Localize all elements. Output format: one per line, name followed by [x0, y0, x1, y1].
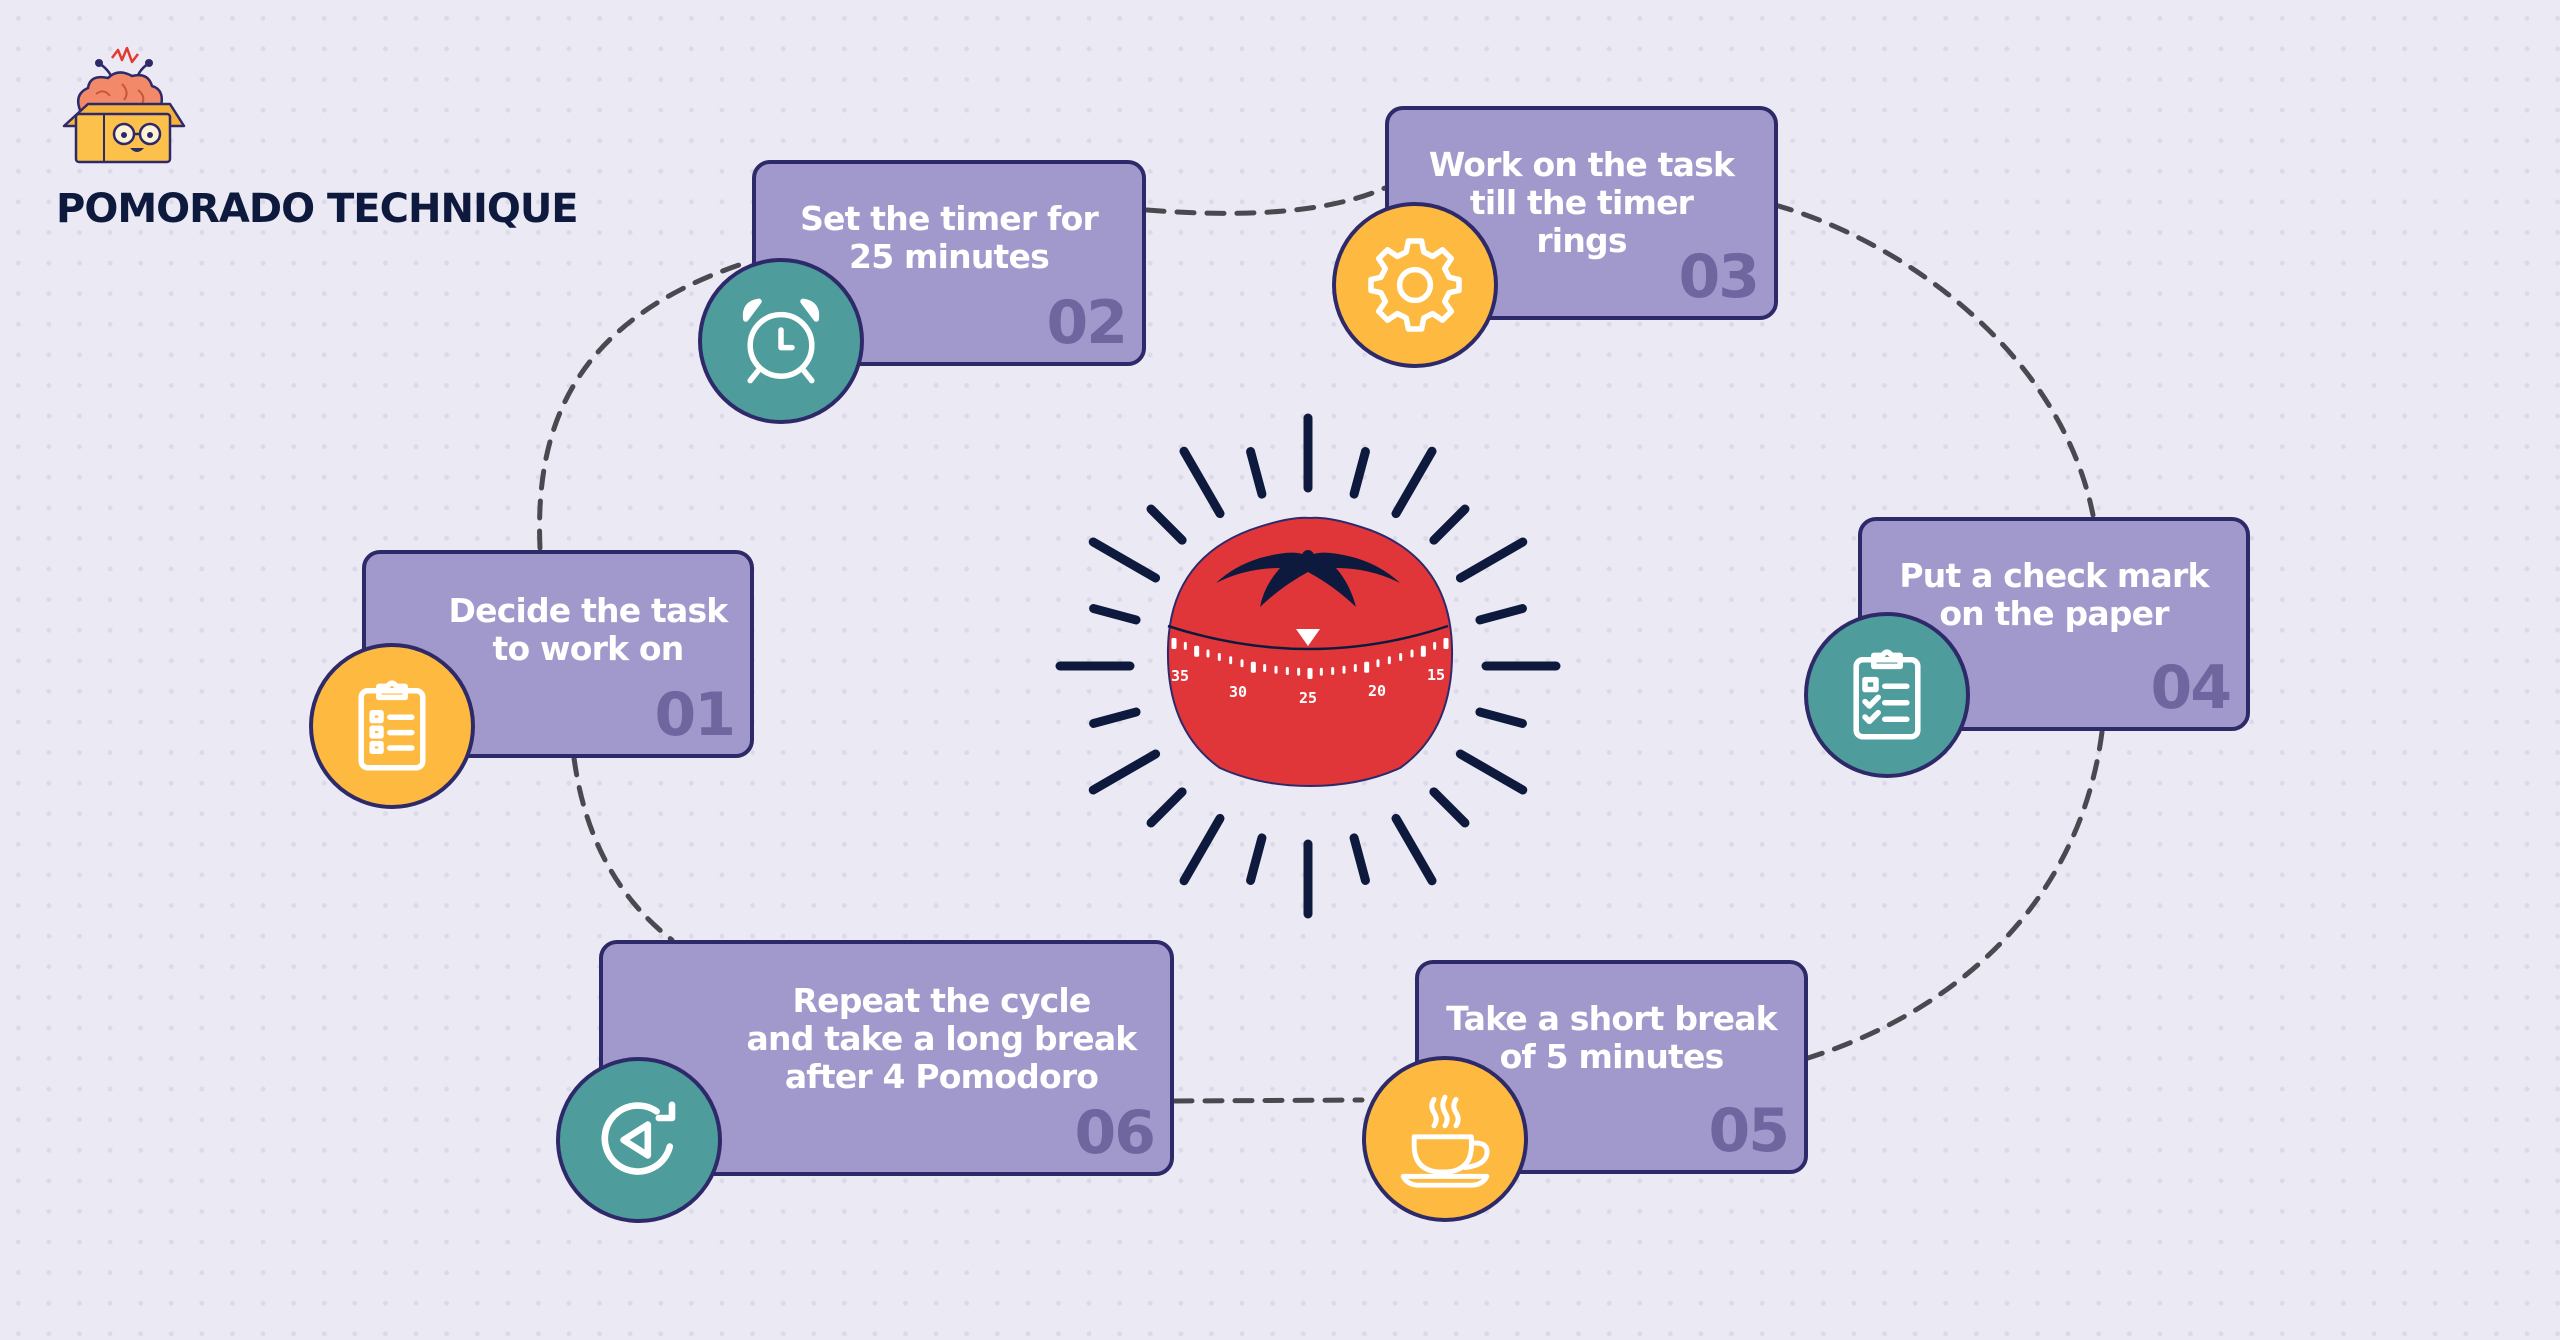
coffee-cup-icon [1400, 1094, 1490, 1188]
step-number: 01 [654, 680, 736, 750]
gear-icon [1368, 238, 1462, 332]
clipboard-check-icon [1853, 649, 1921, 740]
timer-ray [1246, 447, 1267, 499]
dial-tick [1217, 653, 1221, 661]
dial-tick [1183, 641, 1187, 650]
dial-tick [1229, 656, 1233, 665]
timer-ray [1179, 446, 1225, 519]
dial-tick [1297, 667, 1301, 676]
dial-tick [1171, 638, 1177, 649]
connector-03-04 [1772, 202, 2096, 518]
dial-tick [1353, 663, 1357, 672]
tomato-timer-icon: 35 30 25 20 15 [1055, 413, 1561, 919]
timer-ray [1089, 604, 1141, 625]
dial-tick [1387, 656, 1391, 665]
timer-ray [1349, 447, 1370, 499]
dial-tick [1319, 667, 1323, 676]
dial-tick [1433, 641, 1437, 650]
dial-tick [1410, 649, 1414, 658]
timer-ray [1146, 787, 1187, 828]
timer-ray [1179, 813, 1225, 886]
dial-tick [1240, 659, 1244, 668]
timer-ray [1089, 707, 1141, 728]
step-badge-04 [1804, 612, 1970, 778]
timer-ray [1455, 537, 1528, 583]
timer-ray [1429, 787, 1470, 828]
step-badge-05 [1362, 1056, 1528, 1222]
dial-tick [1420, 645, 1426, 657]
connector-05-06 [1172, 1097, 1365, 1104]
dial-label: 20 [1368, 682, 1386, 700]
dial-tick [1376, 659, 1380, 668]
clipboard-list-icon [358, 680, 426, 771]
step-number: 04 [2150, 653, 2232, 723]
timer-ray [1429, 504, 1470, 545]
alarm-clock-icon [742, 298, 820, 384]
dial-label: 25 [1299, 689, 1317, 707]
dial-label: 30 [1229, 683, 1247, 701]
repeat-play-icon [601, 1101, 676, 1175]
timer-ray [1475, 604, 1527, 625]
timer-ray [1088, 537, 1161, 583]
step-number: 02 [1046, 288, 1128, 358]
dial-tick [1443, 638, 1449, 649]
dial-label: 15 [1427, 666, 1445, 684]
timer-ray [1455, 749, 1528, 795]
step-number: 06 [1074, 1098, 1156, 1168]
dial-tick [1307, 668, 1313, 679]
timer-ray [1475, 707, 1527, 728]
dial-tick [1285, 666, 1289, 675]
dial-tick [1194, 645, 1200, 657]
connector-02-03 [1144, 185, 1388, 216]
dial-label: 35 [1171, 667, 1189, 685]
dial-tick [1331, 666, 1335, 675]
step-number: 05 [1708, 1096, 1790, 1166]
step-number: 03 [1678, 242, 1760, 312]
timer-ray [1391, 813, 1437, 886]
timer-ray [1146, 504, 1187, 545]
dial-tick [1263, 663, 1267, 672]
connector-04-05 [1805, 729, 2105, 1061]
dial-tick [1342, 665, 1346, 674]
dial-tick [1274, 665, 1278, 674]
dial-tick [1206, 649, 1210, 658]
step-badge-02 [698, 258, 864, 424]
step-badge-06 [556, 1057, 722, 1223]
step-badge-01 [309, 643, 475, 809]
timer-ray [1088, 749, 1161, 795]
timer-ray [1391, 446, 1437, 519]
dial-tick [1399, 653, 1403, 661]
step-text: Repeat the cycle and take a long break a… [746, 981, 1138, 1096]
timer-ray [1246, 833, 1267, 885]
connector-01-06 [571, 755, 675, 943]
timer-ray [1349, 833, 1370, 885]
step-badge-03 [1332, 202, 1498, 368]
dial-tick [1364, 661, 1370, 673]
dial-tick [1250, 661, 1256, 673]
